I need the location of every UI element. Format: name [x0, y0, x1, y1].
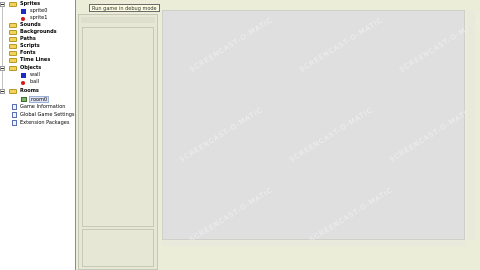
- folder-icon: [9, 30, 17, 35]
- folder-icon: [9, 37, 17, 42]
- tree-item-label: room0: [29, 96, 50, 103]
- watermark: SCREENCAST-O-MATIC: [188, 186, 275, 244]
- resource-tree[interactable]: Sprites sprite0 sprite1 Sounds Backgroun…: [0, 0, 76, 270]
- tree-item-label: sprite0: [30, 8, 48, 14]
- watermark: SCREENCAST-O-MATIC: [308, 186, 395, 244]
- room-icon: [21, 97, 27, 102]
- collapse-toggle-icon[interactable]: [0, 66, 5, 71]
- vertical-scrollbar[interactable]: [467, 10, 475, 240]
- tree-item-label: Paths: [20, 36, 36, 42]
- tree-item-label: sprite1: [30, 15, 48, 21]
- object-icon: [21, 73, 26, 78]
- tree-item-label: Backgrounds: [20, 29, 57, 35]
- tree-item-sprite1[interactable]: sprite1: [0, 15, 75, 22]
- tree-item-label: Objects: [20, 65, 42, 71]
- tooltip: Run game in debug mode: [89, 4, 160, 12]
- watermark: SCREENCAST-O-MATIC: [298, 16, 385, 74]
- folder-icon: [9, 44, 17, 49]
- folder-icon: [9, 58, 17, 63]
- tree-item-label: Sounds: [20, 22, 41, 28]
- tree-item-fonts[interactable]: Fonts: [0, 50, 75, 57]
- package-icon: [12, 120, 17, 126]
- tree-item-room0[interactable]: room0: [0, 96, 75, 103]
- tree-item-backgrounds[interactable]: Backgrounds: [0, 29, 75, 36]
- tree-item-scripts[interactable]: Scripts: [0, 43, 75, 50]
- horizontal-scrollbar[interactable]: [162, 240, 465, 246]
- tree-item-label: ball: [30, 79, 40, 85]
- sprite-icon: [21, 17, 25, 21]
- tree-item-label: Extension Packages: [20, 120, 70, 126]
- folder-icon: [9, 51, 17, 56]
- tree-item-timelines[interactable]: Time Lines: [0, 57, 75, 64]
- tree-item-label: Sprites: [20, 1, 41, 7]
- folder-icon: [9, 89, 17, 94]
- watermark: SCREENCAST-O-MATIC: [188, 16, 275, 74]
- tree-item-ball[interactable]: ball: [0, 79, 75, 86]
- tree-item-label: Time Lines: [20, 57, 51, 63]
- tree-item-label: Game Information: [20, 104, 66, 110]
- window-pane-lower: [82, 229, 154, 267]
- tree-item-paths[interactable]: Paths: [0, 36, 75, 43]
- tree-item-label: Fonts: [20, 50, 36, 56]
- sprite-icon: [21, 9, 26, 14]
- tree-item-label: Rooms: [20, 88, 39, 94]
- object-icon: [21, 81, 25, 85]
- document-icon: [12, 104, 17, 110]
- tree-item-label: wall: [30, 72, 40, 78]
- window-toolbar: [81, 17, 155, 23]
- background-window: [78, 14, 158, 270]
- tree-item-sounds[interactable]: Sounds: [0, 22, 75, 29]
- folder-icon: [9, 2, 17, 7]
- tree-item-objects[interactable]: Objects: [0, 65, 75, 72]
- folder-icon: [9, 23, 17, 28]
- tree-item-extension-packages[interactable]: Extension Packages: [0, 120, 75, 127]
- tree-item-global-game-settings[interactable]: Global Game Settings: [0, 112, 75, 119]
- room-canvas[interactable]: SCREENCAST-O-MATIC SCREENCAST-O-MATIC SC…: [162, 10, 480, 244]
- folder-icon: [9, 66, 17, 71]
- tree-item-sprites[interactable]: Sprites: [0, 1, 75, 8]
- collapse-toggle-icon[interactable]: [0, 2, 5, 7]
- window-pane: [82, 27, 154, 227]
- tree-item-rooms[interactable]: Rooms: [0, 88, 75, 95]
- collapse-toggle-icon[interactable]: [0, 89, 5, 94]
- tree-item-label: Scripts: [20, 43, 40, 49]
- tree-item-sprite0[interactable]: sprite0: [0, 8, 75, 15]
- watermark: SCREENCAST-O-MATIC: [178, 106, 265, 164]
- settings-icon: [12, 112, 17, 118]
- tree-item-label: Global Game Settings: [20, 112, 75, 118]
- tree-item-game-information[interactable]: Game Information: [0, 104, 75, 111]
- watermark: SCREENCAST-O-MATIC: [288, 106, 375, 164]
- tree-item-wall[interactable]: wall: [0, 72, 75, 79]
- watermark: SCREENCAST-O-MATIC: [388, 106, 475, 164]
